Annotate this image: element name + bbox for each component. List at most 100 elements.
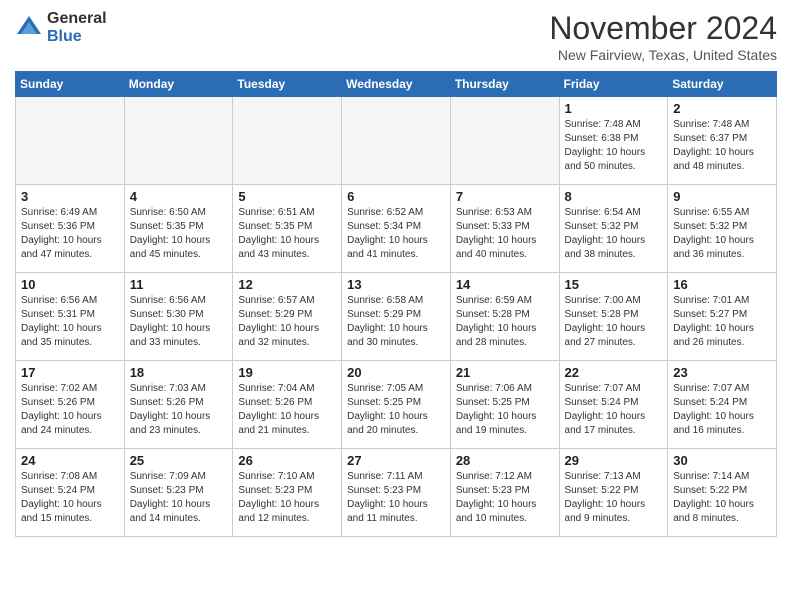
title-block: November 2024 New Fairview, Texas, Unite… [549, 10, 777, 63]
day-info: Sunrise: 7:09 AM Sunset: 5:23 PM Dayligh… [130, 470, 228, 526]
calendar-cell: 27 Sunrise: 7:11 AM Sunset: 5:23 PM Dayli… [342, 449, 451, 537]
weekday-header-thursday: Thursday [450, 72, 559, 97]
calendar-cell: 26 Sunrise: 7:10 AM Sunset: 5:23 PM Dayli… [233, 449, 342, 537]
calendar-cell: 12 Sunrise: 6:57 AM Sunset: 5:29 PM Dayli… [233, 273, 342, 361]
day-number: 8 [565, 189, 663, 204]
day-number: 11 [130, 277, 228, 292]
day-number: 13 [347, 277, 445, 292]
day-info: Sunrise: 7:10 AM Sunset: 5:23 PM Dayligh… [238, 470, 336, 526]
day-number: 24 [21, 453, 119, 468]
day-info: Sunrise: 6:56 AM Sunset: 5:30 PM Dayligh… [130, 294, 228, 350]
logo-blue-text: Blue [47, 28, 107, 46]
calendar-cell: 1 Sunrise: 7:48 AM Sunset: 6:38 PM Daylig… [559, 97, 668, 185]
calendar-cell: 23Sunrise: 7:07 AM Sunset: 5:24 PM Dayli… [668, 361, 777, 449]
day-info: Sunrise: 6:56 AM Sunset: 5:31 PM Dayligh… [21, 294, 119, 350]
calendar-week-row: 3Sunrise: 6:49 AM Sunset: 5:36 PM Daylig… [16, 185, 777, 273]
calendar-cell: 22 Sunrise: 7:07 AM Sunset: 5:24 PM Dayli… [559, 361, 668, 449]
logo-icon [15, 14, 43, 42]
calendar-cell: 21 Sunrise: 7:06 AM Sunset: 5:25 PM Dayli… [450, 361, 559, 449]
calendar-cell: 16 Sunrise: 7:01 AM Sunset: 5:27 PM Dayli… [668, 273, 777, 361]
day-info: Sunrise: 7:14 AM Sunset: 5:22 PM Dayligh… [673, 470, 771, 526]
day-number: 15 [565, 277, 663, 292]
weekday-header-monday: Monday [124, 72, 233, 97]
day-info: Sunrise: 6:54 AM Sunset: 5:32 PM Dayligh… [565, 206, 663, 262]
calendar-cell: 7 Sunrise: 6:53 AM Sunset: 5:33 PM Daylig… [450, 185, 559, 273]
day-number: 29 [565, 453, 663, 468]
weekday-header-sunday: Sunday [16, 72, 125, 97]
location-text: New Fairview, Texas, United States [549, 47, 777, 63]
calendar-cell [124, 97, 233, 185]
calendar-cell: 25Sunrise: 7:09 AM Sunset: 5:23 PM Dayli… [124, 449, 233, 537]
day-info: Sunrise: 6:57 AM Sunset: 5:29 PM Dayligh… [238, 294, 336, 350]
calendar-cell: 20 Sunrise: 7:05 AM Sunset: 5:25 PM Dayli… [342, 361, 451, 449]
day-info: Sunrise: 7:03 AM Sunset: 5:26 PM Dayligh… [130, 382, 228, 438]
day-number: 30 [673, 453, 771, 468]
calendar-cell: 6 Sunrise: 6:52 AM Sunset: 5:34 PM Daylig… [342, 185, 451, 273]
day-info: Sunrise: 6:49 AM Sunset: 5:36 PM Dayligh… [21, 206, 119, 262]
day-info: Sunrise: 7:05 AM Sunset: 5:25 PM Dayligh… [347, 382, 445, 438]
day-number: 19 [238, 365, 336, 380]
day-info: Sunrise: 7:06 AM Sunset: 5:25 PM Dayligh… [456, 382, 554, 438]
day-number: 9 [673, 189, 771, 204]
calendar-cell: 4 Sunrise: 6:50 AM Sunset: 5:35 PM Daylig… [124, 185, 233, 273]
logo-general-text: General [47, 10, 107, 28]
calendar-cell: 15 Sunrise: 7:00 AM Sunset: 5:28 PM Dayli… [559, 273, 668, 361]
day-info: Sunrise: 6:52 AM Sunset: 5:34 PM Dayligh… [347, 206, 445, 262]
day-number: 27 [347, 453, 445, 468]
day-info: Sunrise: 7:01 AM Sunset: 5:27 PM Dayligh… [673, 294, 771, 350]
calendar-cell: 24 Sunrise: 7:08 AM Sunset: 5:24 PM Dayli… [16, 449, 125, 537]
day-info: Sunrise: 7:08 AM Sunset: 5:24 PM Dayligh… [21, 470, 119, 526]
day-info: Sunrise: 7:00 AM Sunset: 5:28 PM Dayligh… [565, 294, 663, 350]
calendar-cell: 10Sunrise: 6:56 AM Sunset: 5:31 PM Dayli… [16, 273, 125, 361]
calendar-cell: 2Sunrise: 7:48 AM Sunset: 6:37 PM Daylig… [668, 97, 777, 185]
calendar-cell: 18Sunrise: 7:03 AM Sunset: 5:26 PM Dayli… [124, 361, 233, 449]
day-number: 2 [673, 101, 771, 116]
calendar-cell [16, 97, 125, 185]
day-info: Sunrise: 7:12 AM Sunset: 5:23 PM Dayligh… [456, 470, 554, 526]
weekday-header-row: SundayMondayTuesdayWednesdayThursdayFrid… [16, 72, 777, 97]
calendar-cell: 13 Sunrise: 6:58 AM Sunset: 5:29 PM Dayli… [342, 273, 451, 361]
day-info: Sunrise: 7:13 AM Sunset: 5:22 PM Dayligh… [565, 470, 663, 526]
day-number: 1 [565, 101, 663, 116]
day-number: 22 [565, 365, 663, 380]
calendar-cell: 8 Sunrise: 6:54 AM Sunset: 5:32 PM Daylig… [559, 185, 668, 273]
day-number: 20 [347, 365, 445, 380]
calendar-week-row: 17 Sunrise: 7:02 AM Sunset: 5:26 PM Dayli… [16, 361, 777, 449]
day-info: Sunrise: 7:11 AM Sunset: 5:23 PM Dayligh… [347, 470, 445, 526]
day-number: 17 [21, 365, 119, 380]
weekday-header-tuesday: Tuesday [233, 72, 342, 97]
calendar-cell [233, 97, 342, 185]
day-number: 5 [238, 189, 336, 204]
day-info: Sunrise: 7:07 AM Sunset: 5:24 PM Dayligh… [565, 382, 663, 438]
day-info: Sunrise: 6:51 AM Sunset: 5:35 PM Dayligh… [238, 206, 336, 262]
day-info: Sunrise: 7:48 AM Sunset: 6:38 PM Dayligh… [565, 118, 663, 174]
day-number: 23 [673, 365, 771, 380]
calendar-week-row: 10Sunrise: 6:56 AM Sunset: 5:31 PM Dayli… [16, 273, 777, 361]
day-number: 21 [456, 365, 554, 380]
calendar-cell: 11 Sunrise: 6:56 AM Sunset: 5:30 PM Dayli… [124, 273, 233, 361]
day-info: Sunrise: 6:59 AM Sunset: 5:28 PM Dayligh… [456, 294, 554, 350]
calendar-cell: 28Sunrise: 7:12 AM Sunset: 5:23 PM Dayli… [450, 449, 559, 537]
month-year-heading: November 2024 [549, 10, 777, 47]
calendar-table: SundayMondayTuesdayWednesdayThursdayFrid… [15, 71, 777, 537]
calendar-cell: 5 Sunrise: 6:51 AM Sunset: 5:35 PM Daylig… [233, 185, 342, 273]
day-number: 4 [130, 189, 228, 204]
calendar-cell [450, 97, 559, 185]
calendar-cell: 30 Sunrise: 7:14 AM Sunset: 5:22 PM Dayli… [668, 449, 777, 537]
day-number: 6 [347, 189, 445, 204]
day-number: 12 [238, 277, 336, 292]
logo: General Blue [15, 10, 107, 45]
day-info: Sunrise: 7:04 AM Sunset: 5:26 PM Dayligh… [238, 382, 336, 438]
weekday-header-wednesday: Wednesday [342, 72, 451, 97]
day-number: 16 [673, 277, 771, 292]
day-info: Sunrise: 6:55 AM Sunset: 5:32 PM Dayligh… [673, 206, 771, 262]
day-info: Sunrise: 6:58 AM Sunset: 5:29 PM Dayligh… [347, 294, 445, 350]
day-info: Sunrise: 7:02 AM Sunset: 5:26 PM Dayligh… [21, 382, 119, 438]
day-info: Sunrise: 6:50 AM Sunset: 5:35 PM Dayligh… [130, 206, 228, 262]
day-number: 7 [456, 189, 554, 204]
day-info: Sunrise: 6:53 AM Sunset: 5:33 PM Dayligh… [456, 206, 554, 262]
page-header: General Blue November 2024 New Fairview,… [15, 10, 777, 63]
weekday-header-saturday: Saturday [668, 72, 777, 97]
calendar-cell: 29 Sunrise: 7:13 AM Sunset: 5:22 PM Dayli… [559, 449, 668, 537]
day-number: 26 [238, 453, 336, 468]
